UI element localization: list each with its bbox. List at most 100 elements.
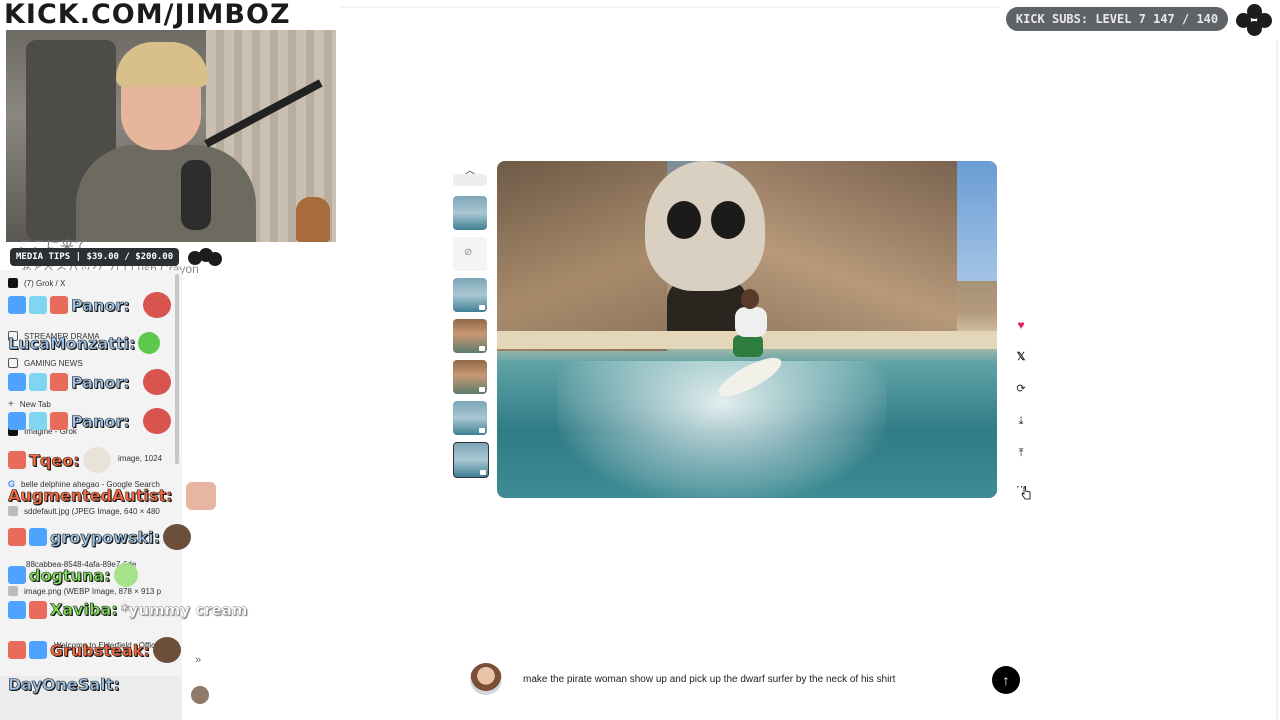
mod-badge-icon	[8, 641, 26, 659]
refresh-icon[interactable]: ⟳	[1012, 380, 1030, 398]
gift-badge-icon	[29, 412, 47, 430]
chat-line: dogtuna:	[8, 563, 138, 587]
thumbnail-video[interactable]	[453, 196, 487, 230]
image-icon	[8, 506, 18, 516]
tab-label: image, 1024	[118, 453, 163, 463]
emote-icon	[152, 637, 181, 663]
mod-badge-icon	[8, 451, 26, 469]
surfer	[729, 289, 769, 369]
emote-icon	[186, 482, 216, 510]
hand-cursor-icon	[1021, 486, 1031, 500]
chat-username: DayOneSalt:	[8, 675, 120, 695]
sub-badge-icon	[8, 412, 26, 430]
emote-icon	[142, 408, 171, 434]
kick-subs-goal: KICK SUBS: LEVEL 7 147 / 140	[1006, 7, 1228, 31]
sidebar-scrollbar[interactable]	[175, 274, 179, 464]
generated-video[interactable]	[497, 161, 997, 498]
avatar[interactable]	[470, 663, 502, 695]
thumbnail-video-selected[interactable]	[453, 442, 489, 478]
mod-badge-icon	[50, 296, 68, 314]
surfer-shirt	[735, 307, 767, 337]
chat-username: AugmentedAutist:	[8, 486, 173, 506]
chat-line: Grubsteak:	[8, 637, 181, 663]
emote-icon	[142, 292, 171, 318]
webcam-feed	[6, 30, 336, 242]
chat-line: DayOneSalt:	[8, 675, 120, 695]
sub-badge-icon	[29, 528, 47, 546]
chat-line: AugmentedAutist:	[8, 486, 173, 506]
sub-badge-icon	[8, 373, 26, 391]
chat-line: LucaMonzatti:	[8, 332, 161, 354]
kick-logo-icon	[1236, 4, 1272, 36]
chat-username: Panor:	[71, 411, 130, 431]
kick-logo-icon	[188, 248, 222, 268]
skull-eye	[711, 201, 745, 239]
sub-badge-icon	[29, 641, 47, 659]
prompt-input[interactable]: make the pirate woman show up and pick u…	[523, 671, 895, 689]
video-icon	[479, 305, 485, 310]
thumbnail-video[interactable]	[453, 401, 487, 435]
video-icon	[479, 387, 485, 392]
emote-icon	[163, 524, 192, 550]
thumbnail-partial[interactable]	[453, 174, 487, 186]
skull-rock	[645, 161, 765, 291]
eye-off-icon: ⊘	[464, 247, 473, 258]
thumbnail-video[interactable]	[453, 319, 487, 353]
thumbnail-hidden[interactable]: ⊘	[453, 237, 487, 271]
thumbnail-video[interactable]	[453, 360, 487, 394]
x-logo-icon[interactable]: 𝕏	[1012, 348, 1030, 366]
mod-badge-icon	[8, 528, 26, 546]
download-icon[interactable]: ⤓	[1012, 412, 1030, 430]
mod-badge-icon	[50, 373, 68, 391]
tab-label: image.png (WEBP Image, 878 × 913 p	[24, 586, 162, 596]
avatar[interactable]	[191, 686, 209, 704]
sub-badge-icon	[8, 566, 26, 584]
image-icon	[8, 586, 18, 596]
microphone	[181, 160, 211, 230]
chevron-right-icon[interactable]: »	[195, 654, 201, 666]
share-icon[interactable]: ⤒	[1012, 444, 1030, 462]
cliff-left	[497, 161, 667, 351]
video-icon	[479, 428, 485, 433]
x-icon	[8, 278, 18, 288]
mod-badge-icon	[50, 412, 68, 430]
chat-line: Xaviba: *yummy cream	[8, 600, 248, 619]
heart-icon[interactable]: ♥	[1012, 316, 1030, 334]
tab-label: (7) Grok / X	[24, 278, 66, 288]
mascot-figure	[296, 197, 330, 242]
media-tips-goal: MEDIA TIPS | $39.00 / $200.00	[10, 248, 180, 266]
video-icon	[480, 470, 486, 475]
chat-username: dogtuna:	[29, 565, 111, 585]
chat-line: Panor:	[8, 369, 171, 395]
stream-url-title: KICK.COM/JIMBOZ	[4, 0, 291, 30]
emote-icon	[138, 332, 161, 354]
surfer-head	[741, 289, 759, 309]
wave-foam	[557, 361, 887, 498]
tab-grok-x[interactable]: (7) Grok / X	[8, 275, 65, 291]
chat-line: Panor:	[8, 292, 171, 318]
chat-username: Grubsteak:	[50, 640, 150, 660]
gift-badge-icon	[29, 296, 47, 314]
window-top-edge	[340, 6, 1000, 8]
chat-username: groypowski:	[50, 527, 161, 547]
chat-username: Panor:	[71, 372, 130, 392]
sub-badge-icon	[8, 296, 26, 314]
streamer-body	[76, 145, 256, 242]
window-right-edge	[1276, 40, 1278, 720]
skull-eye	[667, 201, 701, 239]
chat-message: *yummy cream	[120, 600, 248, 619]
gift-badge-icon	[29, 373, 47, 391]
chat-username: Tqeo:	[29, 450, 80, 470]
tab-image-1024[interactable]: image, 1024	[118, 450, 162, 466]
emote-icon	[142, 369, 171, 395]
folder-icon	[8, 358, 18, 368]
thumbnail-video[interactable]	[453, 278, 487, 312]
chat-line: groypowski:	[8, 524, 192, 550]
send-button[interactable]: ↑	[992, 666, 1020, 694]
mod-badge-icon	[29, 600, 47, 619]
tab-sddefault-jpg[interactable]: sddefault.jpg (JPEG Image, 640 × 480	[8, 503, 160, 519]
emote-icon	[82, 447, 111, 473]
surfer-shorts	[733, 335, 763, 357]
video-icon	[479, 346, 485, 351]
chat-username: LucaMonzatti:	[8, 333, 136, 353]
